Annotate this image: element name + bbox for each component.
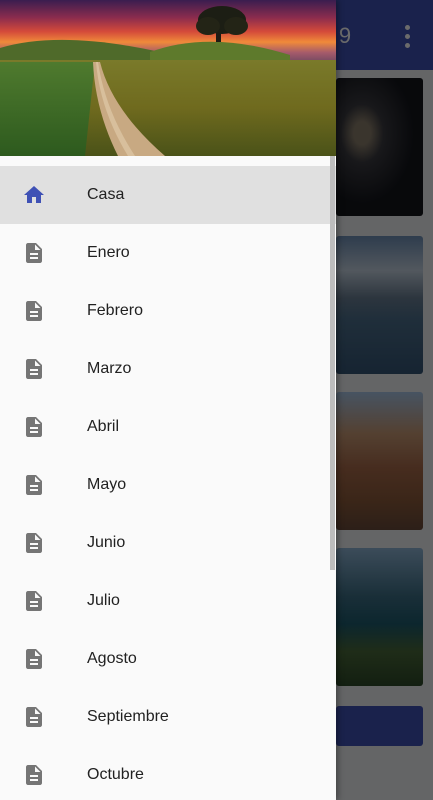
drawer-item-abril[interactable]: Abril (0, 398, 336, 456)
document-icon (20, 413, 48, 441)
drawer-scrollbar[interactable] (330, 156, 335, 570)
document-icon (20, 645, 48, 673)
drawer-item-casa[interactable]: Casa (0, 166, 336, 224)
document-icon (20, 297, 48, 325)
document-icon (20, 529, 48, 557)
drawer-item-label: Febrero (87, 302, 144, 319)
document-icon (20, 587, 48, 615)
drawer-item-label: Abril (87, 418, 120, 435)
document-icon (20, 703, 48, 731)
drawer-item-mayo[interactable]: Mayo (0, 456, 336, 514)
drawer-item-label: Mayo (87, 476, 127, 493)
document-icon (20, 761, 48, 789)
drawer-item-label: Octubre (87, 766, 144, 783)
drawer-item-junio[interactable]: Junio (0, 514, 336, 572)
drawer-item-label: Casa (87, 186, 125, 203)
drawer-item-label: Septiembre (87, 708, 169, 725)
drawer-item-septiembre[interactable]: Septiembre (0, 688, 336, 746)
drawer-item-enero[interactable]: Enero (0, 224, 336, 282)
document-icon (20, 239, 48, 267)
drawer-item-octubre[interactable]: Octubre (0, 746, 336, 800)
drawer-header-image (0, 0, 336, 156)
navigation-drawer: Casa Enero Febrero Marzo Abril Mayo Junio Julio… (0, 0, 336, 800)
drawer-item-label: Marzo (87, 360, 132, 377)
landscape-sunset-image (0, 0, 336, 156)
document-icon (20, 471, 48, 499)
drawer-item-label: Julio (87, 592, 120, 609)
drawer-item-marzo[interactable]: Marzo (0, 340, 336, 398)
home-icon (20, 181, 48, 209)
drawer-item-julio[interactable]: Julio (0, 572, 336, 630)
drawer-item-label: Junio (87, 534, 126, 551)
drawer-item-label: Agosto (87, 650, 137, 667)
document-icon (20, 355, 48, 383)
drawer-item-febrero[interactable]: Febrero (0, 282, 336, 340)
drawer-item-agosto[interactable]: Agosto (0, 630, 336, 688)
drawer-item-label: Enero (87, 244, 130, 261)
